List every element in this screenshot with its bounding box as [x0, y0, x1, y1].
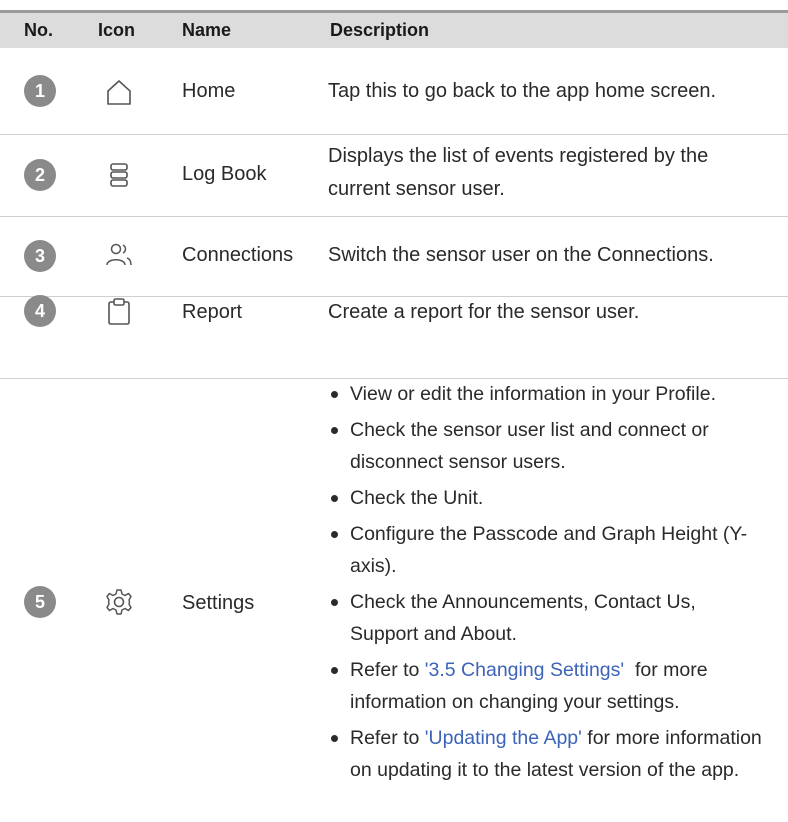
row-number-badge: 4 — [24, 295, 56, 327]
row-name: Home — [182, 80, 236, 102]
row-description: Create a report for the sensor user. — [328, 301, 640, 323]
bullet-item: Configure the Passcode and Graph Height … — [328, 518, 768, 582]
row-number-badge: 1 — [24, 75, 56, 107]
row-name: Settings — [182, 592, 255, 614]
row-number-badge: 5 — [24, 586, 56, 618]
log-book-icon — [110, 163, 128, 187]
row-name: Report — [182, 301, 243, 323]
bullet-item: Check the Unit. — [328, 482, 768, 514]
row-number-badge: 3 — [24, 240, 56, 272]
row-description: View or edit the information in your Pro… — [328, 378, 768, 790]
table-row: 4 Report Create a report for the sensor … — [0, 295, 788, 379]
table-row: 1 Home Tap this to go back to the app ho… — [0, 48, 788, 135]
bullet-item-link: Refer to '3.5 Changing Settings' for mor… — [328, 654, 768, 718]
header-name: Name — [182, 20, 232, 40]
settings-icon — [106, 589, 132, 615]
bullet-item: Check the Announcements, Contact Us, Sup… — [328, 586, 768, 650]
header-description: Description — [330, 20, 430, 40]
bullet-item: Check the sensor user list and connect o… — [328, 414, 768, 478]
row-name: Connections — [182, 244, 294, 266]
row-number-badge: 2 — [24, 159, 56, 191]
header-icon: Icon — [98, 20, 136, 40]
row-description: Switch the sensor user on the Connection… — [328, 244, 714, 266]
row-description: Displays the list of events registered b… — [328, 145, 709, 200]
table-row: 5 Settings View or edit the information … — [0, 378, 788, 822]
table-row: 2 Log Book Displays the list of events r… — [0, 134, 788, 217]
updating-app-link[interactable]: 'Updating the App' — [425, 727, 582, 749]
table-row: 3 Connections Switch the sensor user on … — [0, 216, 788, 297]
header-no: No. — [24, 20, 53, 40]
table-header: No. Icon Name Description — [0, 13, 788, 48]
changing-settings-link[interactable]: '3.5 Changing Settings' — [425, 659, 624, 681]
connections-icon — [106, 243, 132, 266]
bullet-prefix: Refer to — [350, 659, 425, 681]
home-icon — [107, 80, 131, 105]
row-name: Log Book — [182, 163, 267, 185]
report-icon — [108, 298, 130, 325]
bullet-prefix: Refer to — [350, 727, 425, 749]
row-description: Tap this to go back to the app home scre… — [328, 80, 717, 102]
bullet-item-link: Refer to 'Updating the App' for more inf… — [328, 722, 768, 786]
settings-bullet-list: View or edit the information in your Pro… — [328, 378, 768, 786]
bullet-item: View or edit the information in your Pro… — [328, 378, 768, 410]
